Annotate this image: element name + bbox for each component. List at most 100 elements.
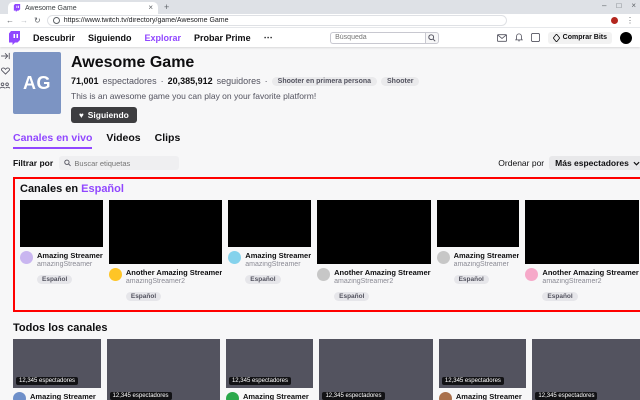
channel-card: 12,345 espectadores Another Amazing Stre…	[532, 338, 640, 400]
reload-icon[interactable]: ↻	[34, 16, 41, 25]
search-input[interactable]	[330, 31, 426, 44]
expand-sidebar-icon[interactable]	[0, 52, 10, 60]
twitch-favicon	[13, 4, 21, 12]
game-tag-shooter[interactable]: Shooter	[381, 76, 420, 86]
nav-explore[interactable]: Explorar	[145, 33, 182, 43]
window-maximize-icon[interactable]: □	[616, 1, 621, 11]
game-tag-fps[interactable]: Shooter en primera persona	[271, 76, 378, 86]
stream-thumbnail[interactable]	[436, 200, 520, 247]
forward-icon[interactable]: →	[20, 16, 28, 25]
nav-discover[interactable]: Descubrir	[33, 33, 75, 43]
stream-thumbnail[interactable]	[108, 200, 223, 264]
streamer-avatar[interactable]	[225, 392, 239, 400]
sort-dropdown[interactable]: Más espectadores	[549, 156, 640, 170]
notifications-icon[interactable]	[514, 33, 523, 42]
stream-thumbnail[interactable]	[20, 200, 103, 247]
streamer-avatar[interactable]	[20, 250, 33, 264]
language-tag[interactable]: Español	[453, 274, 489, 284]
streamer-name[interactable]: Amazing Streamer	[37, 251, 103, 260]
new-tab-button[interactable]: +	[164, 2, 169, 14]
streamer-login: amazingStreamer	[453, 260, 509, 268]
recommended-channels-icon[interactable]	[0, 82, 10, 89]
viewer-count: 71,001	[71, 76, 99, 86]
all-channel-list: 12,345 espectadores Amazing Streamer ama…	[13, 338, 640, 400]
tab-videos[interactable]: Videos	[106, 132, 140, 149]
channel-card: 12,345 espectadores Amazing Streamer ama…	[438, 338, 527, 400]
stream-thumbnail[interactable]	[317, 200, 431, 264]
game-description: This is an awesome game you can play on …	[71, 91, 317, 101]
streamer-name[interactable]: Amazing Streamer	[243, 392, 309, 400]
spanish-language-link[interactable]: Español	[81, 183, 124, 195]
extension-icon[interactable]	[611, 17, 618, 24]
tag-search-box[interactable]	[59, 156, 180, 170]
streamer-name[interactable]: Amazing Streamer	[456, 392, 522, 400]
url-text: https://www.twitch.tv/directory/game/Awe…	[63, 17, 229, 24]
stream-thumbnail[interactable]: 12,345 espectadores	[438, 338, 527, 389]
stream-thumbnail[interactable]: 12,345 espectadores	[225, 338, 314, 389]
user-avatar[interactable]	[619, 31, 632, 44]
search-icon	[64, 159, 71, 167]
window-close-icon[interactable]: ×	[631, 1, 636, 11]
stream-thumbnail[interactable]	[525, 200, 639, 264]
url-bar[interactable]: https://www.twitch.tv/directory/game/Awe…	[46, 15, 507, 26]
language-tag[interactable]: Español	[245, 274, 281, 284]
channel-card: Another Amazing Streamer amazingStreamer…	[317, 200, 431, 303]
streamer-avatar[interactable]	[317, 267, 331, 281]
stream-thumbnail[interactable]: 12,345 espectadores	[106, 338, 220, 400]
twitch-logo[interactable]	[8, 30, 21, 45]
streamer-name[interactable]: Another Amazing Streamer	[542, 268, 638, 277]
streamer-login: amazingStreamer	[245, 260, 301, 268]
back-icon[interactable]: ←	[6, 16, 14, 25]
tab-clips[interactable]: Clips	[155, 132, 181, 149]
channel-card: 12,345 espectadores Another Amazing Stre…	[319, 338, 433, 400]
inbox-icon[interactable]	[530, 33, 540, 42]
stream-thumbnail[interactable]: 12,345 espectadores	[13, 338, 101, 389]
streamer-avatar[interactable]	[108, 267, 122, 281]
language-tag[interactable]: Español	[334, 291, 370, 301]
language-tag[interactable]: Español	[37, 274, 73, 284]
browser-menu-icon[interactable]: ⋮	[626, 16, 634, 25]
stream-thumbnail[interactable]	[228, 200, 312, 247]
stream-thumbnail[interactable]: 12,345 espectadores	[319, 338, 433, 400]
tab-live-channels[interactable]: Canales en vivo	[13, 132, 93, 149]
viewer-count-badge: 12,345 espectadores	[322, 391, 385, 400]
streamer-name[interactable]: Amazing Streamer	[245, 251, 311, 260]
streamer-name[interactable]: Another Amazing Streamer	[126, 268, 222, 277]
buy-bits-button[interactable]: Comprar Bits	[547, 31, 612, 44]
stream-thumbnail[interactable]: 12,345 espectadores	[532, 338, 640, 400]
streamer-avatar[interactable]	[228, 250, 242, 264]
channel-card: Another Amazing Streamer amazingStreamer…	[525, 200, 639, 303]
window-minimize-icon[interactable]: –	[602, 1, 606, 11]
spanish-channel-list: Amazing Streamer amazingStreamer Español	[20, 200, 639, 303]
nav-prime[interactable]: Probar Prime	[194, 33, 251, 43]
tag-search-input[interactable]	[74, 158, 175, 168]
streamer-avatar[interactable]	[438, 392, 452, 400]
streamer-avatar[interactable]	[436, 250, 450, 264]
streamer-login: amazingStreamer	[37, 260, 93, 268]
streamer-login: amazingStreamer2	[125, 277, 185, 285]
tab-title: Awesome Game	[25, 4, 77, 12]
site-info-icon[interactable]	[52, 17, 60, 24]
streamer-avatar[interactable]	[13, 392, 26, 400]
browser-addressbar: ← → ↻ https://www.twitch.tv/directory/ga…	[0, 14, 640, 28]
followed-channels-icon[interactable]	[0, 67, 10, 75]
streamer-name[interactable]: Amazing Streamer	[454, 251, 520, 260]
game-header: AG Awesome Game 71,001 espectadores · 20…	[13, 52, 640, 123]
search-button[interactable]	[425, 31, 440, 44]
language-tag[interactable]: Español	[542, 291, 578, 301]
browser-tab[interactable]: Awesome Game ×	[8, 2, 158, 14]
heart-icon: ♥	[79, 110, 84, 120]
language-tag[interactable]: Español	[125, 291, 162, 301]
all-channels-section: Todos los canales 12,345 espectadores Am…	[13, 322, 640, 400]
following-button[interactable]: ♥ Siguiendo	[71, 107, 137, 123]
collapsed-sidebar	[0, 47, 10, 400]
streamer-name[interactable]: Another Amazing Streamer	[334, 268, 430, 277]
nav-more-icon[interactable]: ⋯	[264, 32, 273, 43]
channel-card: 12,345 espectadores Amazing Streamer ama…	[13, 338, 101, 400]
spanish-channels-section: Canales en Español Amazing Streamer amaz…	[13, 177, 640, 312]
whispers-icon[interactable]	[496, 33, 507, 42]
streamer-name[interactable]: Amazing Streamer	[30, 392, 96, 400]
nav-following[interactable]: Siguiendo	[88, 33, 132, 43]
tab-close-icon[interactable]: ×	[148, 4, 153, 12]
streamer-avatar[interactable]	[525, 267, 539, 281]
